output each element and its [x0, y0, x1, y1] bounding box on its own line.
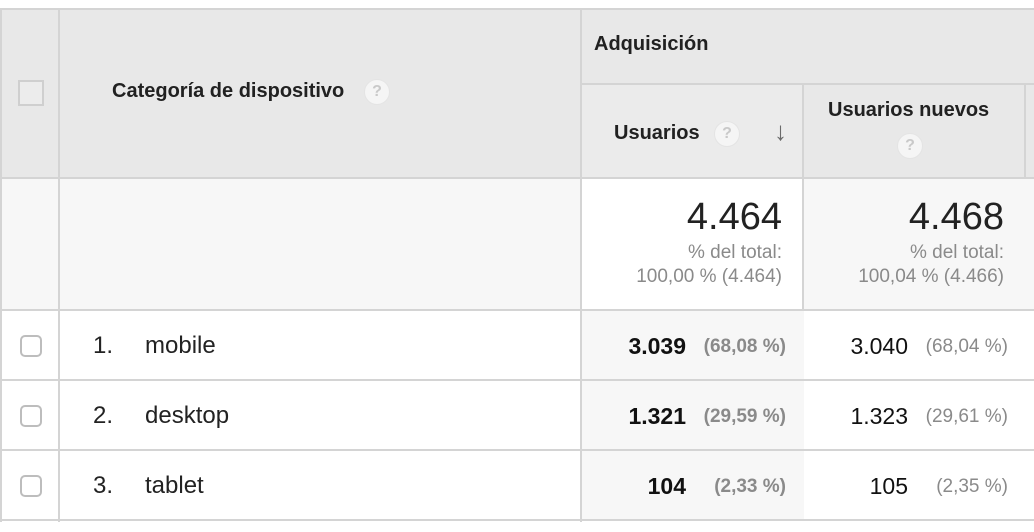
- header-next-cell: [1026, 84, 1034, 178]
- users-header-label[interactable]: Usuarios: [614, 122, 700, 145]
- row-new-users-pct: (2,35 %): [936, 476, 1008, 497]
- row-users-value: 104: [647, 473, 686, 499]
- row-device-link[interactable]: mobile: [145, 332, 216, 360]
- sort-descending-icon[interactable]: ↓: [774, 116, 787, 147]
- row-new-users-value: 1.323: [850, 403, 908, 429]
- row-users-value: 3.039: [628, 333, 686, 359]
- row-new-users-value: 3.040: [850, 333, 908, 359]
- total-users-pct-detail: 100,00 % (4.464): [636, 266, 782, 287]
- row-new-users-value: 105: [869, 473, 908, 499]
- total-new-users-pct-detail: 100,04 % (4.466): [858, 266, 1004, 287]
- new-users-header-label[interactable]: Usuarios nuevos: [828, 99, 989, 122]
- users-help-icon[interactable]: ?: [714, 121, 740, 147]
- border-row1-bottom: [0, 379, 1034, 381]
- totals-row-bg: [2, 178, 582, 310]
- row-users-pct: (2,33 %): [714, 476, 786, 497]
- total-new-users-value: 4.468: [908, 196, 1004, 238]
- border-totals-bottom: [0, 309, 1034, 311]
- border-select-col: [58, 8, 60, 522]
- new-users-help-icon[interactable]: ?: [897, 133, 923, 159]
- select-all-checkbox[interactable]: [18, 80, 44, 106]
- row-new-users-pct: (29,61 %): [925, 406, 1008, 427]
- row-number: 1.: [93, 332, 114, 359]
- border-new-col: [1024, 84, 1026, 178]
- row-device-link[interactable]: tablet: [145, 472, 204, 500]
- total-new-users-pct-label: % del total:: [910, 242, 1004, 263]
- row-checkbox[interactable]: [20, 475, 42, 497]
- border-group-bottom: [582, 83, 1034, 85]
- group-header-label: Adquisición: [594, 33, 709, 55]
- row-new-users-pct: (68,04 %): [925, 336, 1008, 357]
- row-users-pct: (29,59 %): [703, 406, 786, 427]
- row-checkbox[interactable]: [20, 335, 42, 357]
- row-users-value: 1.321: [628, 403, 686, 429]
- border-left: [0, 8, 2, 522]
- border-top: [0, 8, 1034, 10]
- border-row3-bottom: [0, 519, 1034, 521]
- dimension-help-icon[interactable]: ?: [364, 79, 390, 105]
- total-users-pct-label: % del total:: [688, 242, 782, 263]
- total-users-value: 4.464: [686, 196, 782, 238]
- row-number: 3.: [93, 472, 114, 499]
- border-row2-bottom: [0, 449, 1034, 451]
- row-number: 2.: [93, 402, 114, 429]
- row-device-link[interactable]: desktop: [145, 402, 229, 430]
- border-header-bottom: [0, 177, 1034, 179]
- row-users-pct: (68,08 %): [703, 336, 786, 357]
- dimension-header-label[interactable]: Categoría de dispositivo: [112, 80, 344, 103]
- row-checkbox[interactable]: [20, 405, 42, 427]
